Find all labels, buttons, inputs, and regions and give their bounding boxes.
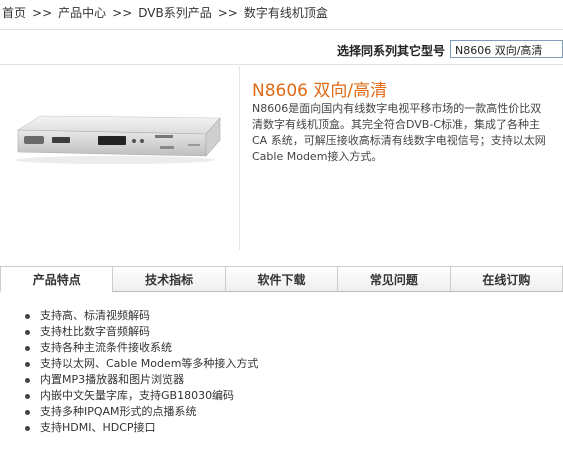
description-line: N8606是面向国内有线数字电视平移市场的一款高性价比双 <box>252 102 542 115</box>
bullet-icon <box>25 346 30 351</box>
tab-online-order[interactable]: 在线订购 <box>449 266 563 292</box>
breadcrumb-dvb-products[interactable]: DVB系列产品 <box>138 6 211 20</box>
breadcrumb-separator: >> <box>112 6 133 20</box>
divider-vertical <box>239 66 240 250</box>
list-item: 内置MP3播放器和图片浏览器 <box>20 372 258 388</box>
feature-text: 内嵌中文矢量字库，支持GB18030编码 <box>40 389 235 402</box>
breadcrumb-current: 数字有线机顶盒 <box>243 6 328 20</box>
tab-faq[interactable]: 常见问题 <box>337 266 451 292</box>
breadcrumb-separator: >> <box>32 6 53 20</box>
feature-text: 支持高、标清视频解码 <box>40 309 150 322</box>
product-tabs: 产品特点 技术指标 软件下载 常见问题 在线订购 <box>0 266 563 292</box>
feature-text: 支持各种主流条件接收系统 <box>40 341 172 354</box>
list-item: 支持以太网、Cable Modem等多种接入方式 <box>20 356 258 372</box>
breadcrumb-product-center[interactable]: 产品中心 <box>58 6 106 20</box>
tab-specifications[interactable]: 技术指标 <box>112 266 226 292</box>
divider <box>0 29 563 30</box>
description-line: Cable Modem接入方式。 <box>252 150 383 163</box>
breadcrumb: 首页 >> 产品中心 >> DVB系列产品 >> 数字有线机顶盒 <box>2 4 328 21</box>
list-item: 内嵌中文矢量字库，支持GB18030编码 <box>20 388 258 404</box>
breadcrumb-separator: >> <box>217 6 238 20</box>
breadcrumb-home[interactable]: 首页 <box>2 6 26 20</box>
feature-text: 支持杜比数字音频解码 <box>40 325 150 338</box>
feature-text: 支持HDMI、HDCP接口 <box>40 421 156 434</box>
bullet-icon <box>25 426 30 431</box>
tab-features[interactable]: 产品特点 <box>0 266 114 292</box>
list-item: 支持高、标清视频解码 <box>20 308 258 324</box>
product-description: N8606是面向国内有线数字电视平移市场的一款高性价比双 清数字有线机顶盒。其完… <box>252 101 563 165</box>
feature-list: 支持高、标清视频解码 支持杜比数字音频解码 支持各种主流条件接收系统 支持以太网… <box>20 308 258 436</box>
bullet-icon <box>25 330 30 335</box>
description-line: CA 系统，可解压接收高标清有线数字电视信号；支持以太网 <box>252 134 546 147</box>
list-item: 支持HDMI、HDCP接口 <box>20 420 258 436</box>
list-item: 支持多种IPQAM形式的点播系统 <box>20 404 258 420</box>
product-title: N8606 双向/高清 <box>252 81 388 101</box>
bullet-icon <box>25 362 30 367</box>
divider <box>0 64 563 65</box>
model-selector: 选择同系列其它型号 N8606 双向/高清 <box>0 40 563 58</box>
model-selector-label: 选择同系列其它型号 <box>336 44 445 58</box>
model-select-input[interactable]: N8606 双向/高清 <box>450 40 563 58</box>
list-item: 支持各种主流条件接收系统 <box>20 340 258 356</box>
feature-text: 支持多种IPQAM形式的点播系统 <box>40 405 197 418</box>
bullet-icon <box>25 394 30 399</box>
description-line: 清数字有线机顶盒。其完全符合DVB-C标准，集成了各种主 <box>252 118 540 131</box>
bullet-icon <box>25 314 30 319</box>
tab-software-download[interactable]: 软件下载 <box>224 266 339 292</box>
feature-text: 支持以太网、Cable Modem等多种接入方式 <box>40 357 259 370</box>
product-image <box>15 115 221 164</box>
feature-text: 内置MP3播放器和图片浏览器 <box>40 373 185 386</box>
bullet-icon <box>25 410 30 415</box>
list-item: 支持杜比数字音频解码 <box>20 324 258 340</box>
bullet-icon <box>25 378 30 383</box>
